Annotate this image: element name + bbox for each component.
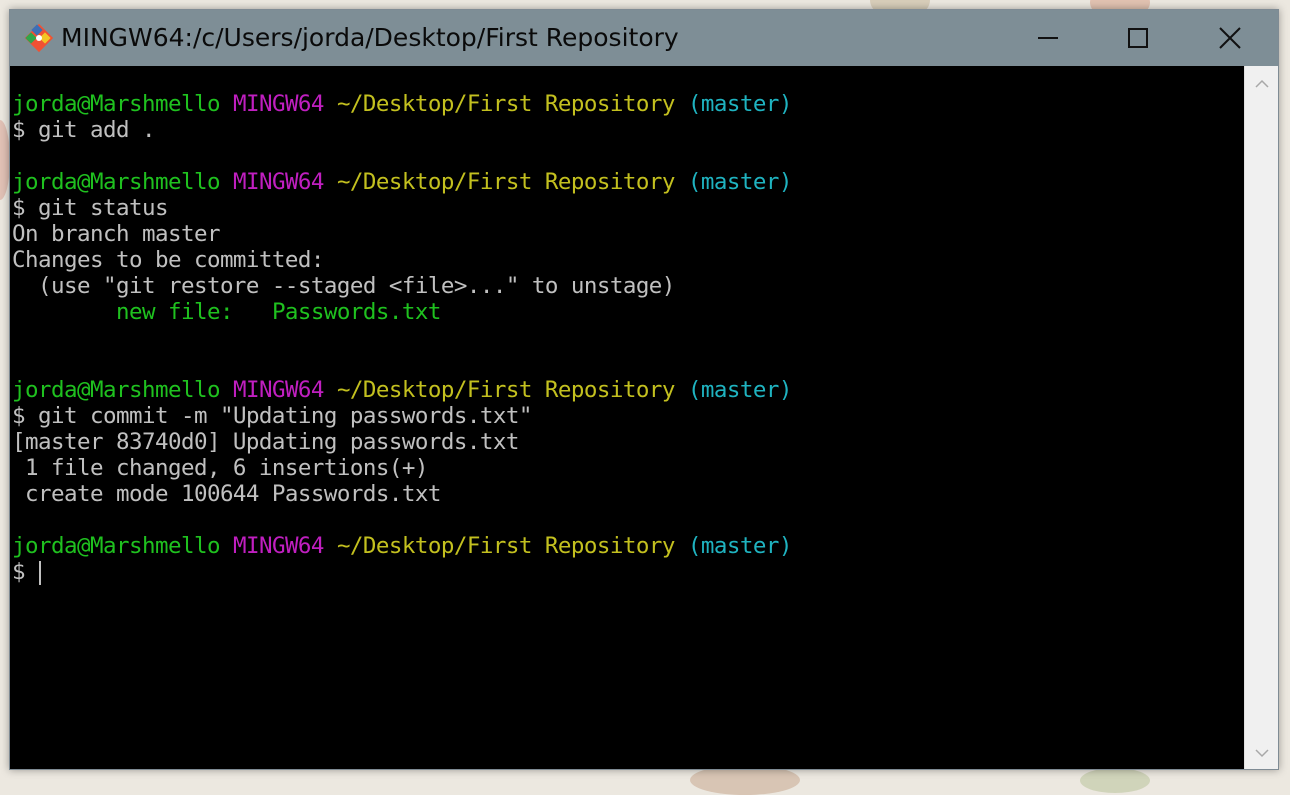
output-line: On branch master: [12, 221, 221, 247]
output-line: [master 83740d0] Updating passwords.txt: [12, 429, 519, 455]
new-file-label: new file:: [12, 299, 272, 325]
maximize-icon: [1128, 28, 1148, 48]
prompt-symbol: $: [12, 195, 26, 221]
output-line: 1 file changed, 6 insertions(+): [12, 455, 428, 481]
prompt-path: ~/Desktop/First Repository: [336, 169, 675, 195]
staged-file-line: new file: Passwords.txt: [10, 299, 1244, 325]
vertical-scrollbar[interactable]: [1244, 66, 1278, 769]
output-line: Changes to be committed:: [12, 247, 324, 273]
command-line: $ git status: [10, 195, 1244, 221]
prompt-line: jorda@Marshmello MINGW64 ~/Desktop/First…: [10, 91, 1244, 117]
prompt-line: jorda@Marshmello MINGW64 ~/Desktop/First…: [10, 169, 1244, 195]
prompt-path: ~/Desktop/First Repository: [336, 91, 675, 117]
window-title: MINGW64:/c/Users/jorda/Desktop/First Rep…: [61, 23, 679, 52]
command-line: $ git add .: [10, 117, 1244, 143]
active-command-line[interactable]: $: [10, 559, 1244, 585]
prompt-symbol: $: [12, 403, 26, 429]
prompt-user: jorda@Marshmello: [12, 377, 221, 403]
scroll-down-button[interactable]: [1245, 735, 1278, 769]
prompt-shell: MINGW64: [232, 533, 325, 559]
prompt-branch: (master): [687, 377, 793, 403]
prompt-branch: (master): [687, 533, 793, 559]
command-text: git add .: [38, 117, 156, 143]
prompt-branch: (master): [687, 91, 793, 117]
command-line: $ git commit -m "Updating passwords.txt": [10, 403, 1244, 429]
close-icon: [1219, 27, 1241, 49]
title-bar[interactable]: MINGW64:/c/Users/jorda/Desktop/First Rep…: [10, 10, 1278, 66]
maximize-button[interactable]: [1093, 10, 1183, 66]
prompt-line: jorda@Marshmello MINGW64 ~/Desktop/First…: [10, 533, 1244, 559]
prompt-path: ~/Desktop/First Repository: [336, 377, 675, 403]
prompt-user: jorda@Marshmello: [12, 169, 221, 195]
prompt-line: jorda@Marshmello MINGW64 ~/Desktop/First…: [10, 377, 1244, 403]
close-button[interactable]: [1185, 10, 1275, 66]
prompt-shell: MINGW64: [232, 91, 325, 117]
terminal-window: MINGW64:/c/Users/jorda/Desktop/First Rep…: [9, 9, 1279, 770]
output-line: (use "git restore --staged <file>..." to…: [12, 273, 675, 299]
prompt-shell: MINGW64: [232, 377, 325, 403]
prompt-branch: (master): [687, 169, 793, 195]
scroll-up-button[interactable]: [1245, 66, 1278, 100]
minimize-button[interactable]: [1003, 10, 1093, 66]
command-text: git commit -m "Updating passwords.txt": [38, 403, 532, 429]
prompt-user: jorda@Marshmello: [12, 91, 221, 117]
prompt-shell: MINGW64: [232, 169, 325, 195]
chevron-down-icon: [1255, 743, 1269, 762]
text-cursor: [39, 560, 41, 585]
prompt-symbol: $: [12, 117, 26, 143]
git-icon: [24, 23, 54, 53]
chevron-up-icon: [1255, 74, 1269, 93]
minimize-icon: [1038, 28, 1058, 48]
new-file-name: Passwords.txt: [271, 299, 442, 325]
command-text: git status: [38, 195, 169, 221]
terminal-output[interactable]: jorda@Marshmello MINGW64 ~/Desktop/First…: [10, 66, 1244, 769]
prompt-path: ~/Desktop/First Repository: [336, 533, 675, 559]
output-line: create mode 100644 Passwords.txt: [12, 481, 441, 507]
prompt-user: jorda@Marshmello: [12, 533, 221, 559]
prompt-symbol: $: [12, 559, 26, 585]
